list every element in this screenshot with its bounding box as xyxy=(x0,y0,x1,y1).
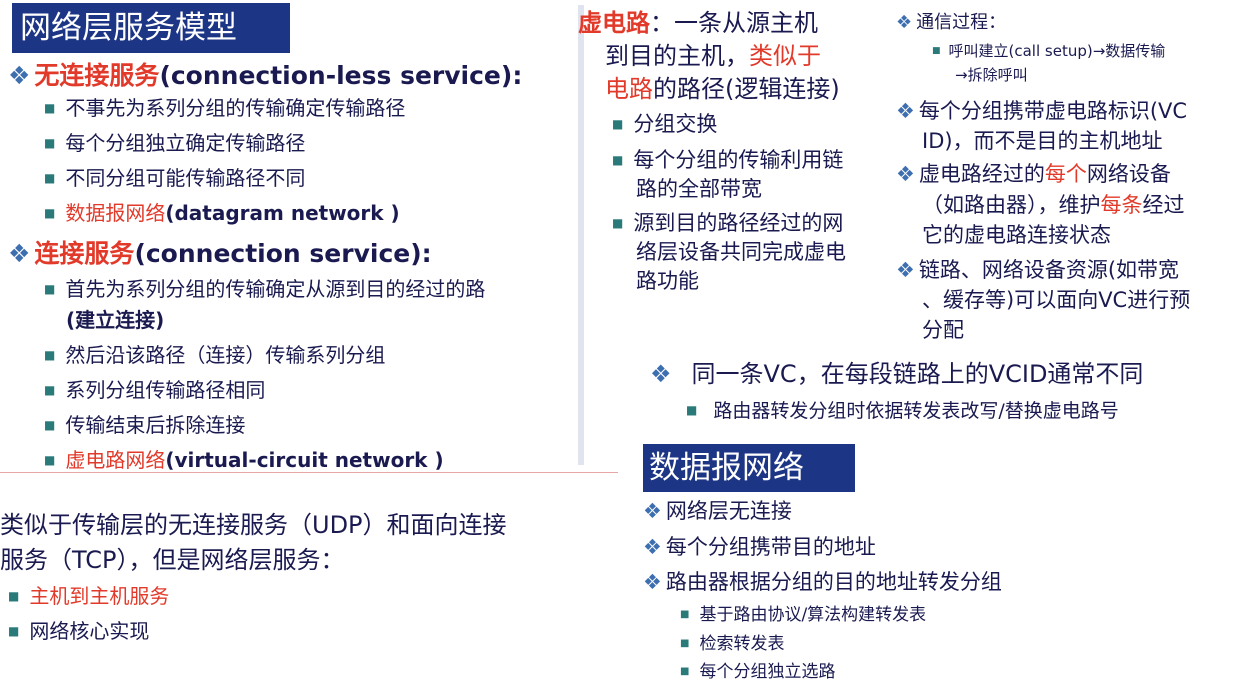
dg-sub-2: ■ 检索转发表 xyxy=(680,634,785,654)
analogy-line-1: 类似于传输层的无连接服务（UDP）和面向连接 xyxy=(0,511,507,539)
core-impl-item: ■ 网络核心实现 xyxy=(8,619,150,643)
divider-line xyxy=(0,472,618,473)
square-bullet-icon: ■ xyxy=(44,383,56,397)
diamond-bullet-icon: ❖ xyxy=(643,499,662,523)
vc-heading-line1: 虚电路：一条从源主机 xyxy=(578,9,818,37)
vc-bullet-1: ■ 分组交换 xyxy=(612,112,718,136)
square-bullet-icon: ■ xyxy=(44,171,56,185)
vc-bullet-2: ■ 每个分组的传输利用链 xyxy=(612,148,844,172)
title-network-service-model: 网络层服务模型 xyxy=(12,3,290,53)
resource-line-3: 分配 xyxy=(922,318,964,342)
device-line-2: （如路由器），维护每条经过 xyxy=(922,193,1185,217)
title-text: 数据报网络 xyxy=(649,450,804,486)
device-line-3: 它的虚电路连接状态 xyxy=(922,223,1111,247)
vc-bullet-3-cont-2: 路功能 xyxy=(636,269,699,293)
square-bullet-icon: ■ xyxy=(680,666,690,677)
vc-bullet-2-cont: 路的全部带宽 xyxy=(636,177,762,201)
square-bullet-icon: ■ xyxy=(8,624,20,638)
square-bullet-icon: ■ xyxy=(44,348,56,362)
co-item-1-cont: (建立连接) xyxy=(66,308,165,332)
dg-item-3: ❖ 路由器根据分组的目的地址转发分组 xyxy=(643,570,1002,594)
cl-item-2: ■ 每个分组独立确定传输路径 xyxy=(44,131,306,155)
co-item-vc: ■ 虚电路网络(virtual-circuit network ) xyxy=(44,448,444,472)
vcid-line-1: ❖ 每个分组携带虚电路标识(VC xyxy=(896,99,1188,123)
cl-item-1: ■ 不事先为系列分组的传输确定传输路径 xyxy=(44,96,406,120)
comm-sub-1: ■ 呼叫建立(call setup)→数据传输 xyxy=(932,42,1166,60)
square-bullet-icon: ■ xyxy=(44,453,56,467)
co-item-4: ■ 传输结束后拆除连接 xyxy=(44,413,246,437)
diamond-bullet-icon: ❖ xyxy=(8,61,31,90)
square-bullet-icon: ■ xyxy=(44,418,56,432)
diamond-bullet-icon: ❖ xyxy=(643,570,662,594)
title-datagram-network: 数据报网络 xyxy=(643,444,855,492)
resource-line-1: ❖ 链路、网络设备资源(如带宽 xyxy=(896,258,1180,282)
square-bullet-icon: ■ xyxy=(612,153,624,167)
square-bullet-icon: ■ xyxy=(932,46,941,56)
square-bullet-icon: ■ xyxy=(44,136,56,150)
vc-bullet-3-cont-1: 络层设备共同完成虚电 xyxy=(636,240,846,264)
comm-process: ❖ 通信过程： xyxy=(896,12,1007,33)
square-bullet-icon: ■ xyxy=(680,638,690,649)
co-item-3: ■ 系列分组传输路径相同 xyxy=(44,378,266,402)
square-bullet-icon: ■ xyxy=(612,117,624,131)
diamond-bullet-icon: ❖ xyxy=(896,258,915,282)
diamond-bullet-icon: ❖ xyxy=(896,162,915,186)
connection-heading: ❖ 连接服务(connection service): xyxy=(8,239,432,268)
cl-item-datagram: ■ 数据报网络(datagram network ) xyxy=(44,201,400,225)
connectionless-heading: ❖ 无连接服务(connection-less service): xyxy=(8,61,523,90)
title-text: 网络层服务模型 xyxy=(20,10,237,46)
analogy-line-2: 服务（TCP），但是网络层服务： xyxy=(0,546,345,574)
diamond-bullet-icon: ❖ xyxy=(896,12,913,33)
square-bullet-icon: ■ xyxy=(680,609,690,620)
dg-item-1: ❖ 网络层无连接 xyxy=(643,499,792,523)
co-item-1: ■ 首先为系列分组的传输确定从源到目的经过的路 xyxy=(44,277,486,301)
square-bullet-icon: ■ xyxy=(44,101,56,115)
vc-bullet-3: ■ 源到目的路径经过的网 xyxy=(612,211,844,235)
diamond-bullet-icon: ❖ xyxy=(896,99,915,123)
square-bullet-icon: ■ xyxy=(44,206,56,220)
vc-heading-line3: 电路的路径(逻辑连接) xyxy=(605,75,840,103)
diamond-bullet-icon: ❖ xyxy=(643,535,662,559)
same-vc-sub: ■ 路由器转发分组时依据转发表改写/替换虚电路号 xyxy=(686,400,1119,422)
same-vc-line: ❖ 同一条VC，在每段链路上的VCID通常不同 xyxy=(650,360,1144,388)
dg-item-2: ❖ 每个分组携带目的地址 xyxy=(643,535,876,559)
device-line-1: ❖ 虚电路经过的每个网络设备 xyxy=(896,162,1171,186)
square-bullet-icon: ■ xyxy=(612,216,624,230)
dg-sub-3: ■ 每个分组独立选路 xyxy=(680,662,836,682)
cl-item-3: ■ 不同分组可能传输路径不同 xyxy=(44,166,306,190)
vc-heading-line2: 到目的主机，类似于 xyxy=(605,42,821,70)
diamond-bullet-icon: ❖ xyxy=(650,360,672,388)
panel-edge xyxy=(578,5,584,465)
square-bullet-icon: ■ xyxy=(686,403,698,417)
comm-sub-2: →拆除呼叫 xyxy=(955,66,1028,84)
diamond-bullet-icon: ❖ xyxy=(8,239,31,268)
square-bullet-icon: ■ xyxy=(44,282,56,296)
host-to-host-item: ■ 主机到主机服务 xyxy=(8,584,170,608)
resource-line-2: 、缓存等)可以面向VC进行预 xyxy=(922,288,1191,312)
co-item-2: ■ 然后沿该路径（连接）传输系列分组 xyxy=(44,343,386,367)
vcid-line-2: ID)，而不是目的主机地址 xyxy=(922,129,1163,153)
dg-sub-1: ■ 基于路由协议/算法构建转发表 xyxy=(680,605,927,625)
square-bullet-icon: ■ xyxy=(8,589,20,603)
